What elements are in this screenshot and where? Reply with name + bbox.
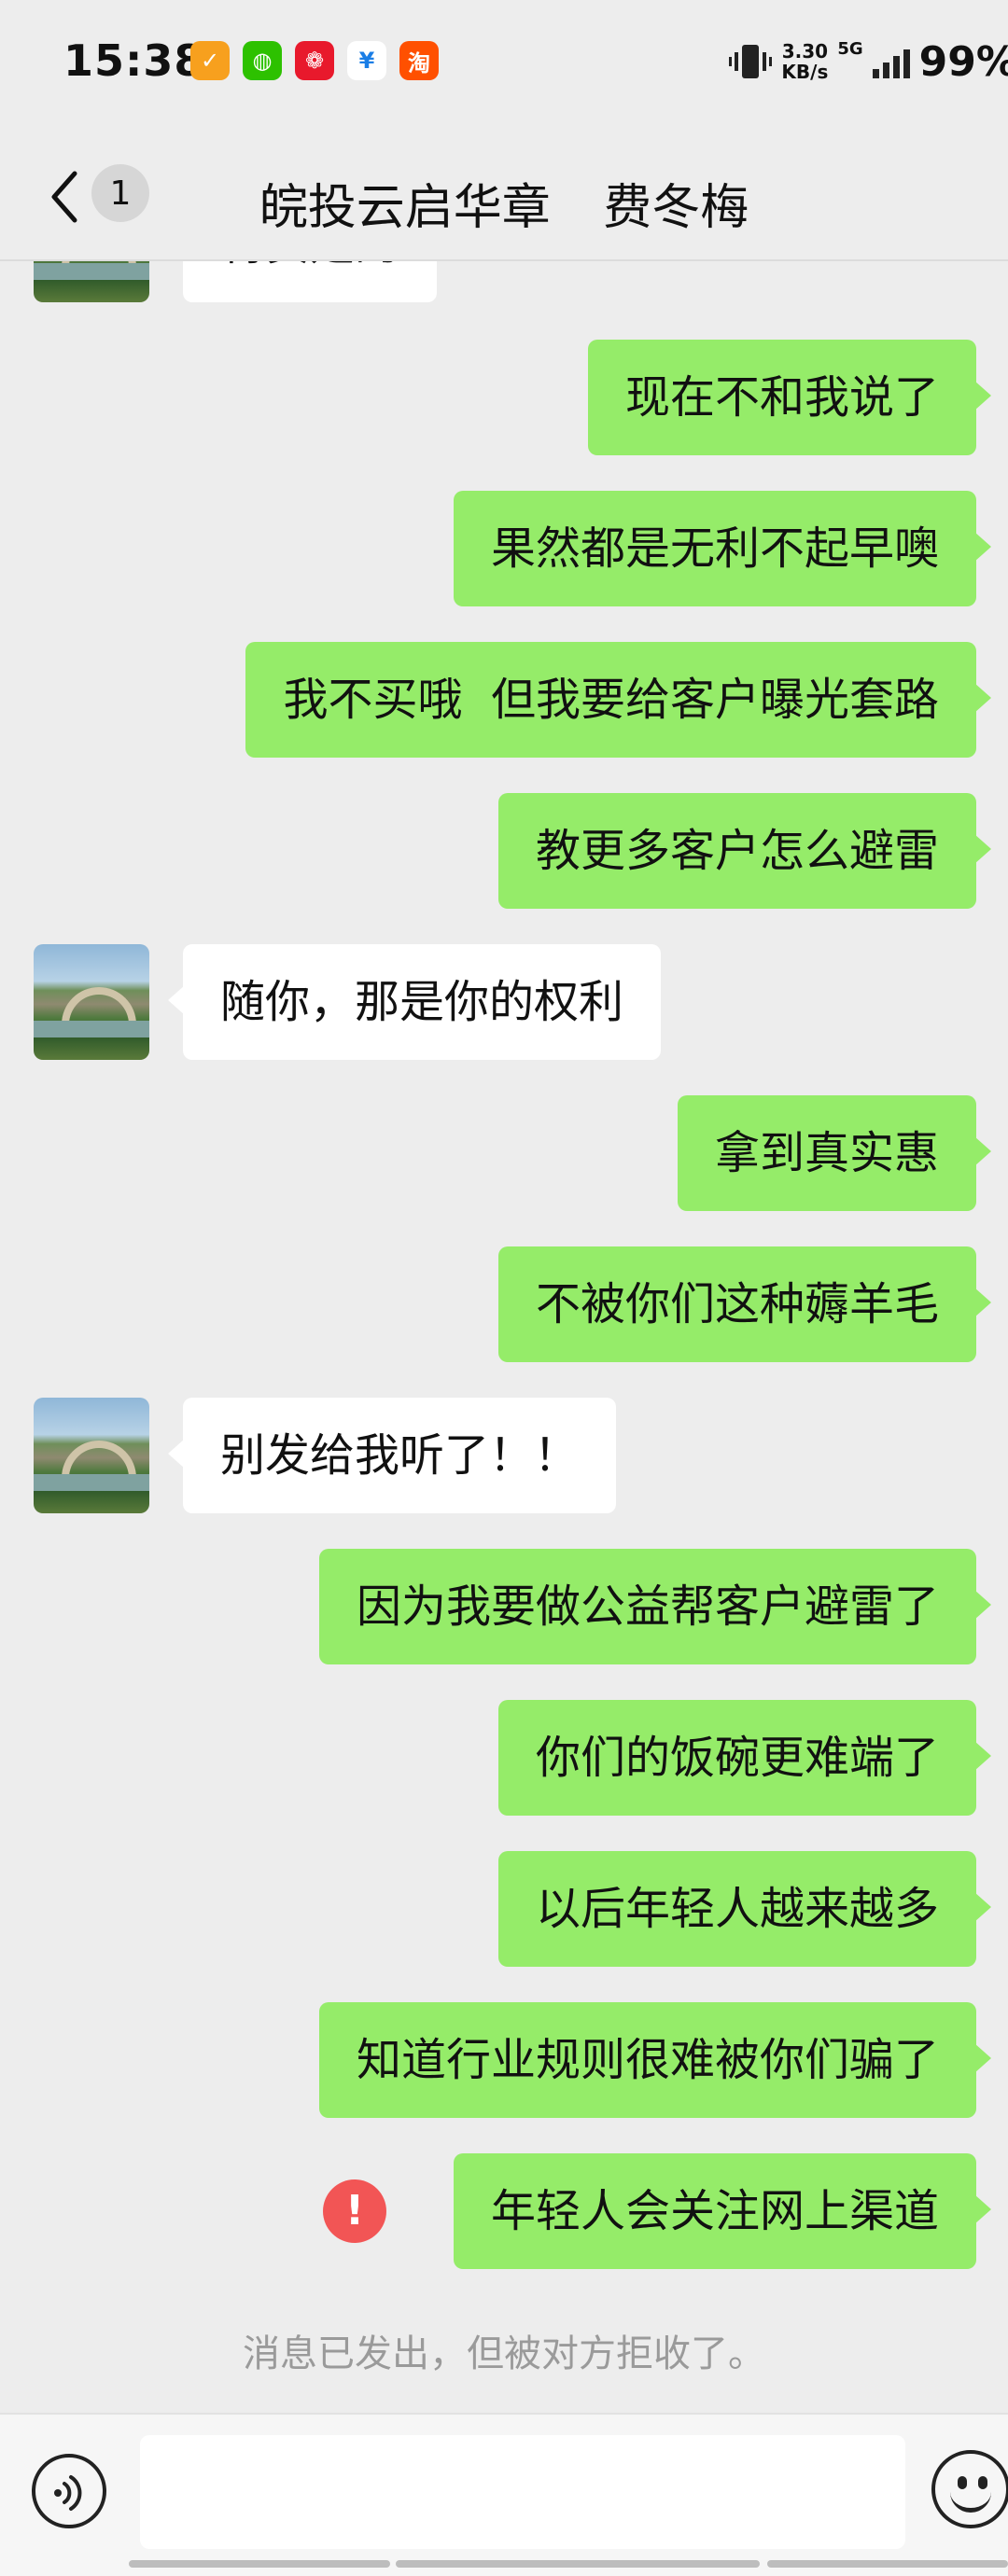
chat-header: 1 皖投云启华章 费冬梅 xyxy=(0,131,1008,261)
message-list[interactable]: 特贵是的 现在不和我说了 果然都是无利不起早噢 我不买哦 但我要给客户曝光套路 … xyxy=(0,261,1008,2416)
message-row-them: 随你，那是你的权利 xyxy=(0,944,1008,1060)
message-bubble[interactable]: 教更多客户怎么避雷 xyxy=(497,793,992,909)
app-icon-red: ❁ xyxy=(295,41,334,80)
system-indicators: 3.30 KB/s 5G 99% xyxy=(729,34,1008,90)
message-bubble[interactable]: 年轻人会关注网上渠道 xyxy=(453,2153,992,2269)
message-row-me: 现在不和我说了 xyxy=(0,340,1008,455)
message-bubble[interactable]: 不被你们这种薅羊毛 xyxy=(497,1246,992,1362)
gesture-bar-segment xyxy=(396,2560,760,2568)
message-row-me: 以后年轻人越来越多 xyxy=(0,1851,1008,1967)
message-bubble[interactable]: 你们的饭碗更难端了 xyxy=(497,1700,992,1816)
message-row-me: ! 年轻人会关注网上渠道 xyxy=(0,2153,1008,2269)
status-bar: 15:38 ✓ ◍ ❁ ¥ 淘 3.30 KB/s 5G 99% xyxy=(0,0,1008,131)
message-bubble[interactable]: 我不买哦 但我要给客户曝光套路 xyxy=(245,642,991,758)
send-failed-icon[interactable]: ! xyxy=(323,2179,386,2243)
contact-avatar[interactable] xyxy=(34,1398,149,1513)
system-notice: 消息已发出，但被对方拒收了。 xyxy=(243,2332,765,2375)
message-row-me: 拿到真实惠 xyxy=(0,1095,1008,1211)
contact-name: 皖投云启华章 xyxy=(259,180,551,236)
notification-icons: ✓ ◍ ❁ ¥ 淘 xyxy=(190,41,439,80)
message-row-me: 不被你们这种薅羊毛 xyxy=(0,1246,1008,1362)
contact-avatar[interactable] xyxy=(34,944,149,1060)
emoji-icon[interactable] xyxy=(931,2450,1008,2528)
message-row-me: 我不买哦 但我要给客户曝光套路 xyxy=(0,642,1008,758)
message-row-me: 你们的饭碗更难端了 xyxy=(0,1700,1008,1816)
signal-icon xyxy=(872,45,910,78)
app-icon-blue: ¥ xyxy=(347,41,386,80)
message-row-me: 果然都是无利不起早噢 xyxy=(0,491,1008,606)
app-icon-orange: ✓ xyxy=(190,41,230,80)
signal-label: 5G xyxy=(837,38,863,59)
vibrate-icon xyxy=(729,45,773,78)
message-bubble[interactable]: 别发给我听了！！ xyxy=(167,1398,617,1513)
message-bubble[interactable]: 果然都是无利不起早噢 xyxy=(453,491,992,606)
message-input[interactable] xyxy=(140,2435,905,2549)
message-row-them: 别发给我听了！！ xyxy=(0,1398,1008,1513)
gesture-bar-segment xyxy=(129,2560,390,2568)
message-row-them: 特贵是的 xyxy=(0,261,1008,302)
clock: 15:38 xyxy=(63,35,205,86)
wechat-icon: ◍ xyxy=(243,41,282,80)
contact-person: 费冬梅 xyxy=(603,180,749,236)
net-speed: 3.30 KB/s xyxy=(781,40,829,83)
message-row-me: 知道行业规则很难被你们骗了 xyxy=(0,2002,1008,2118)
contact-avatar[interactable] xyxy=(34,261,149,302)
taobao-icon: 淘 xyxy=(399,41,439,80)
message-bubble[interactable]: 以后年轻人越来越多 xyxy=(497,1851,992,1967)
message-row-me: 教更多客户怎么避雷 xyxy=(0,793,1008,909)
gesture-bar-segment xyxy=(767,2560,1008,2568)
message-bubble[interactable]: 因为我要做公益帮客户避雷了 xyxy=(318,1549,992,1664)
voice-input-icon[interactable] xyxy=(32,2454,106,2528)
message-bubble[interactable]: 知道行业规则很难被你们骗了 xyxy=(318,2002,992,2118)
message-bubble[interactable]: 拿到真实惠 xyxy=(677,1095,992,1211)
battery-level: 99% xyxy=(918,37,1008,86)
message-bubble[interactable]: 随你，那是你的权利 xyxy=(167,944,662,1060)
chat-title: 皖投云启华章 费冬梅 xyxy=(0,168,1008,238)
message-row-me: 因为我要做公益帮客户避雷了 xyxy=(0,1549,1008,1664)
input-bar xyxy=(0,2413,1008,2576)
message-bubble[interactable]: 现在不和我说了 xyxy=(587,340,992,455)
message-bubble[interactable]: 特贵是的 xyxy=(183,261,438,302)
